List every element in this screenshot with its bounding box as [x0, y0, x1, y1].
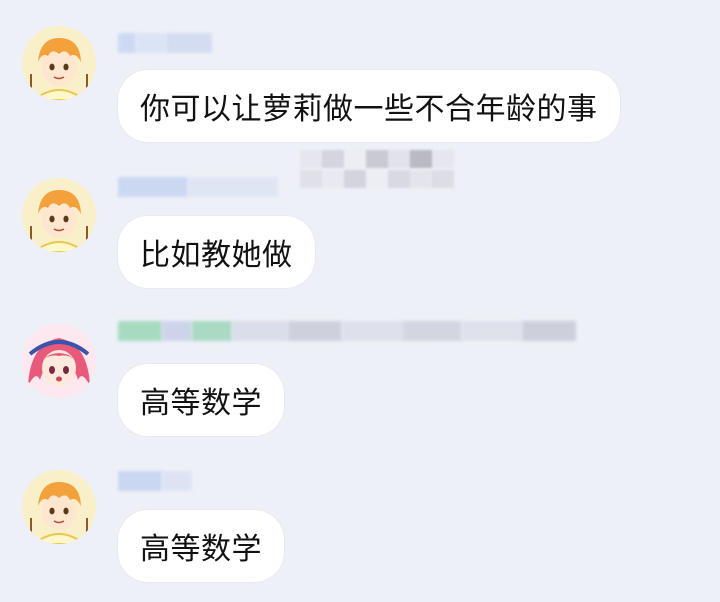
sender-name-blurred	[118, 176, 278, 198]
orange-hair-boy-avatar-icon	[22, 178, 96, 252]
orange-hair-boy-avatar[interactable]	[22, 178, 96, 252]
pink-hair-girl-avatar-icon	[22, 324, 96, 398]
message-text: 你可以让萝莉做一些不合年龄的事	[140, 92, 598, 127]
pixelated-content	[300, 170, 454, 188]
message-bubble[interactable]: 高等数学	[118, 364, 284, 436]
message-text: 高等数学	[140, 532, 262, 567]
sender-name-blurred	[118, 32, 212, 54]
pixelated-content	[300, 150, 454, 168]
message-text: 高等数学	[140, 386, 262, 421]
message-bubble[interactable]: 比如教她做	[118, 216, 315, 288]
sender-name-blurred	[118, 320, 576, 342]
message-bubble[interactable]: 你可以让萝莉做一些不合年龄的事	[118, 70, 620, 142]
orange-hair-boy-avatar-icon	[22, 26, 96, 100]
orange-hair-boy-avatar[interactable]	[22, 470, 96, 544]
chat-area: 你可以让萝莉做一些不合年龄的事 比如教她做 高等数学 高等数学	[0, 0, 720, 602]
message-text: 比如教她做	[140, 238, 293, 273]
pink-hair-girl-avatar[interactable]	[22, 324, 96, 398]
message-bubble[interactable]: 高等数学	[118, 510, 284, 582]
orange-hair-boy-avatar[interactable]	[22, 26, 96, 100]
orange-hair-boy-avatar-icon	[22, 470, 96, 544]
sender-name-blurred	[118, 470, 192, 492]
